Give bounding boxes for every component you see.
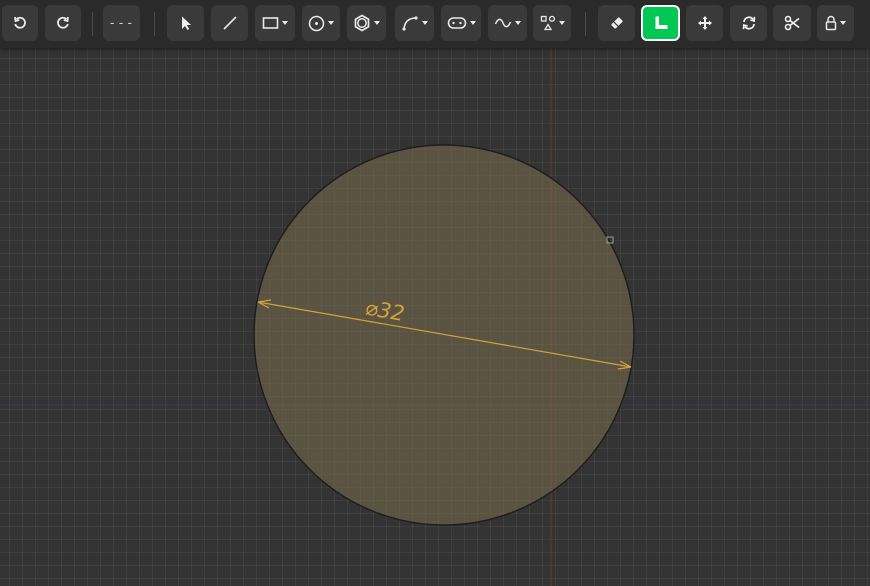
hexagon-icon: [354, 14, 370, 32]
move-arrows-icon: [697, 16, 712, 30]
trim-tool-button[interactable]: [773, 5, 811, 41]
lock-icon: [825, 15, 837, 31]
chevron-down-icon: [469, 21, 476, 25]
ruler-square-icon: [655, 16, 667, 29]
rectangle-tool-button[interactable]: [255, 5, 295, 41]
chevron-down-icon: [840, 21, 846, 25]
line-style-button[interactable]: ---: [103, 5, 140, 41]
chevron-down-icon: [558, 21, 565, 25]
separator: [92, 12, 93, 36]
slot-icon: [447, 17, 466, 29]
rectangle-icon: [262, 17, 279, 29]
dimension-tool-button[interactable]: [641, 5, 680, 41]
move-tool-button[interactable]: [686, 5, 723, 41]
spline-tool-button[interactable]: [488, 5, 527, 41]
line-style-label: ---: [108, 15, 135, 31]
spline-wave-icon: [494, 18, 512, 28]
line-icon: [222, 16, 237, 30]
rotate-tool-button[interactable]: [730, 5, 767, 41]
arc-icon: [402, 16, 418, 31]
chevron-down-icon: [422, 21, 428, 25]
drawing-layer: ⌀32: [0, 48, 870, 586]
chevron-down-icon: [328, 21, 334, 25]
chevron-down-icon: [282, 21, 288, 25]
circle-tool-button[interactable]: [302, 5, 340, 41]
chevron-down-icon: [374, 21, 380, 25]
undo-icon: [14, 16, 26, 29]
chevron-down-icon: [515, 21, 521, 25]
redo-button[interactable]: [45, 5, 81, 41]
circle-center-icon: [308, 15, 325, 31]
polygon-tool-button[interactable]: [347, 5, 386, 41]
shapes-icon: [540, 15, 555, 31]
line-tool-button[interactable]: [211, 5, 248, 41]
slot-tool-button[interactable]: [441, 5, 481, 41]
rotate-icon: [742, 16, 755, 30]
lock-tool-button[interactable]: [817, 5, 854, 41]
points-tool-button[interactable]: [533, 5, 571, 41]
eraser-tool-button[interactable]: [598, 5, 635, 41]
eraser-icon: [610, 17, 623, 29]
scissors-icon: [784, 15, 800, 31]
separator: [585, 12, 586, 36]
separator: [154, 12, 155, 36]
toolbar: ---: [0, 0, 870, 48]
cursor-arrow-icon: [181, 16, 191, 30]
undo-button[interactable]: [2, 5, 38, 41]
redo-icon: [57, 16, 69, 29]
select-tool-button[interactable]: [167, 5, 204, 41]
arc-tool-button[interactable]: [395, 5, 434, 41]
